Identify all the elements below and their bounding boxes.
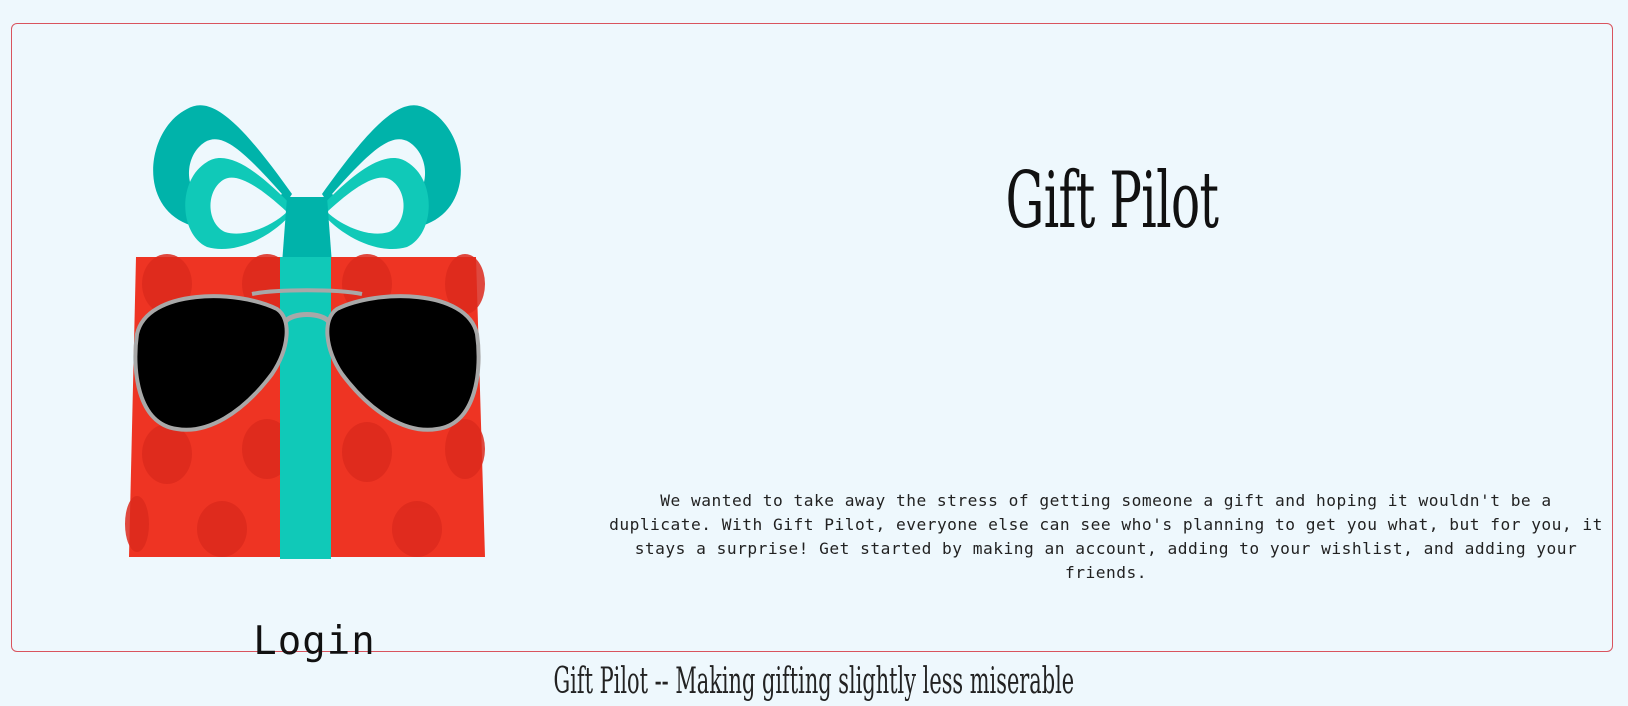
page-title: Gift Pilot — [1005, 156, 1219, 246]
login-link[interactable]: Login — [232, 619, 397, 664]
footer: Gift Pilot -- Making gifting slightly le… — [0, 662, 1628, 702]
main-card: Login Gift Pilot We wanted to take away … — [11, 23, 1613, 664]
description-text: We wanted to take away the stress of get… — [609, 491, 1603, 583]
gift-with-sunglasses-icon — [125, 105, 485, 559]
footer-tagline: Gift Pilot -- Making gifting slightly le… — [553, 661, 1075, 702]
